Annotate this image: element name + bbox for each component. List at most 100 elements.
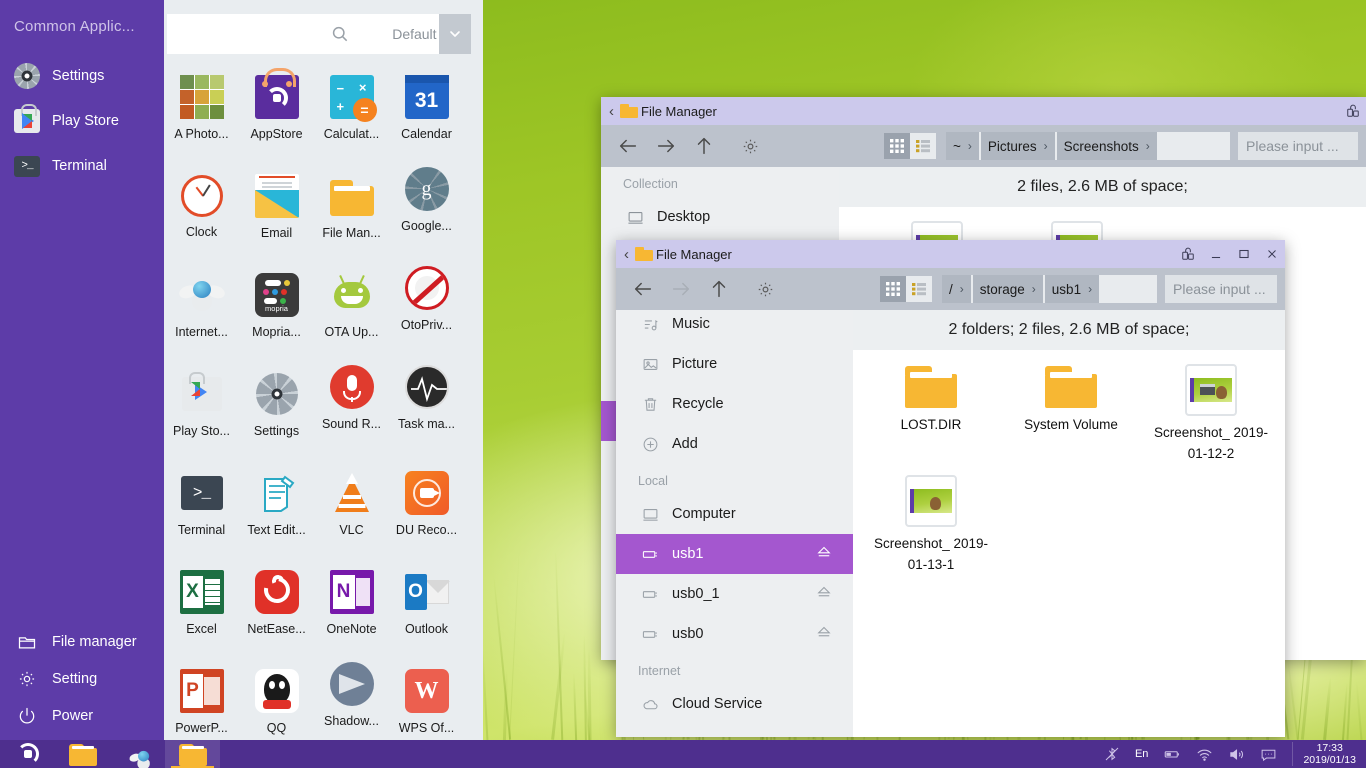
eject-icon[interactable] (815, 543, 833, 565)
maximize-icon[interactable] (1237, 247, 1251, 261)
window-sidebar[interactable]: Music Picture Recycle Add Local Computer… (616, 310, 853, 737)
sidebar-item-usb0-1[interactable]: usb0_1 (616, 574, 853, 614)
app-item-clock[interactable]: Clock (164, 167, 239, 266)
filter-label[interactable]: Default (390, 14, 439, 54)
notifications-icon[interactable] (1260, 746, 1277, 763)
app-item-otoprivacy[interactable]: OtoPriv... (389, 266, 464, 365)
gear-outline-icon[interactable] (731, 137, 769, 156)
app-item-ota-update[interactable]: OTA Up... (314, 266, 389, 365)
breadcrumb-item[interactable]: storage › (973, 275, 1043, 303)
app-item-terminal[interactable]: >_ Terminal (164, 464, 239, 563)
app-item-email[interactable]: Email (239, 167, 314, 266)
gear-icon (12, 61, 42, 91)
wifi-icon[interactable] (1196, 746, 1213, 763)
app-item-mopria[interactable]: mopria Mopria... (239, 266, 314, 365)
sidebar-item-play-store[interactable]: Play Store (0, 101, 164, 141)
sidebar-item-add[interactable]: Add (616, 424, 853, 464)
chevron-left-icon[interactable]: ‹ (609, 103, 614, 120)
chevron-left-icon[interactable]: ‹ (624, 246, 629, 263)
sidebar-item-network-places[interactable]: Network Places (616, 724, 853, 737)
input-method-icon[interactable]: En (1135, 748, 1148, 760)
list-view-icon[interactable] (910, 133, 936, 159)
window-titlebar[interactable]: ‹ File Manager (616, 240, 1285, 268)
sidebar-item-usb0[interactable]: usb0 (616, 614, 853, 654)
window-titlebar[interactable]: ‹ File Manager (601, 97, 1366, 125)
app-item-excel[interactable]: X Excel (164, 563, 239, 662)
taskbar-item-browser[interactable] (110, 740, 165, 768)
sidebar-item-settings[interactable]: Settings (0, 56, 164, 96)
sidebar-item-cloud-service[interactable]: Cloud Service (616, 684, 853, 724)
search-input[interactable]: Please input ... (1238, 132, 1358, 160)
breadcrumb-item[interactable]: / › (942, 275, 971, 303)
bluetooth-off-icon[interactable] (1104, 746, 1120, 762)
file-manager-window-front[interactable]: ‹ File Manager / › storage › usb1 › Plea… (616, 240, 1285, 737)
sidebar-item-power[interactable]: Power (0, 696, 164, 736)
sidebar-item-label: Network Places (672, 736, 773, 737)
taskbar: En 17:33 2019/01/13 (0, 740, 1366, 768)
close-icon[interactable] (1265, 247, 1279, 261)
grid-view-icon[interactable] (884, 133, 910, 159)
split-screen-icon[interactable] (1346, 104, 1360, 118)
arrow-right-icon[interactable] (662, 278, 700, 300)
sidebar-item-setting[interactable]: Setting (0, 659, 164, 699)
app-item-calculator[interactable]: − × + = Calculat... (314, 68, 389, 167)
network-icon (642, 736, 664, 738)
search-input[interactable]: Please input ... (1165, 275, 1277, 303)
arrow-right-icon[interactable] (647, 135, 685, 157)
app-item-vlc[interactable]: VLC (314, 464, 389, 563)
app-item-task-manager[interactable]: Task ma... (389, 365, 464, 464)
breadcrumb-item[interactable]: ~ › (946, 132, 979, 160)
grid-view-icon[interactable] (880, 276, 906, 302)
app-item-appstore[interactable]: AppStore (239, 68, 314, 167)
battery-icon[interactable] (1163, 745, 1181, 763)
breadcrumb-item[interactable]: usb1 › (1045, 275, 1099, 303)
app-item-sound-recorder[interactable]: Sound R... (314, 365, 389, 464)
breadcrumb-item[interactable]: Screenshots › (1057, 132, 1157, 160)
sidebar-item-usb1[interactable]: usb1 (616, 534, 853, 574)
taskbar-clock[interactable]: 17:33 2019/01/13 (1292, 742, 1356, 766)
app-item-settings[interactable]: Settings (239, 365, 314, 464)
app-item-du-recorder[interactable]: DU Reco... (389, 464, 464, 563)
cloud-icon (642, 696, 664, 713)
arrow-up-icon[interactable] (685, 135, 723, 157)
sidebar-item-music[interactable]: Music (616, 310, 853, 344)
arrow-left-icon[interactable] (609, 135, 647, 157)
eject-icon[interactable] (815, 623, 833, 645)
sidebar-item-label: Picture (672, 356, 717, 372)
file-item-folder[interactable]: System Volume (1001, 364, 1141, 465)
app-item-google-settings[interactable]: g Google... (389, 167, 464, 266)
search-input[interactable] (167, 14, 390, 54)
taskbar-item-file-manager-1[interactable] (55, 740, 110, 768)
sidebar-item-terminal[interactable]: >_ Terminal (0, 146, 164, 186)
app-item-play-store[interactable]: Play Sto... (164, 365, 239, 464)
minimize-icon[interactable] (1209, 247, 1223, 261)
app-item-text-editor[interactable]: Text Edit... (239, 464, 314, 563)
powerpoint-icon: P (180, 669, 224, 713)
app-item-outlook[interactable]: O Outlook (389, 563, 464, 662)
sidebar-item-recycle[interactable]: Recycle (616, 384, 853, 424)
eject-icon[interactable] (815, 583, 833, 605)
sidebar-item-computer[interactable]: Computer (616, 494, 853, 534)
arrow-up-icon[interactable] (700, 278, 738, 300)
file-item-image[interactable]: Screenshot_ 2019-01-13-1 (861, 475, 1001, 576)
breadcrumb-item[interactable]: Pictures › (981, 132, 1055, 160)
sidebar-item-picture[interactable]: Picture (616, 344, 853, 384)
sidebar-item-file-manager[interactable]: File manager (0, 622, 164, 662)
launcher-button[interactable] (0, 740, 55, 768)
list-view-icon[interactable] (906, 276, 932, 302)
volume-icon[interactable] (1228, 746, 1245, 763)
app-item-onenote[interactable]: N OneNote (314, 563, 389, 662)
app-item-calendar[interactable]: 31 Calendar (389, 68, 464, 167)
gear-outline-icon[interactable] (746, 280, 784, 299)
app-item-netease-music[interactable]: NetEase... (239, 563, 314, 662)
split-screen-icon[interactable] (1181, 247, 1195, 261)
app-item-file-manager[interactable]: File Man... (314, 167, 389, 266)
chevron-down-icon[interactable] (439, 14, 471, 54)
sidebar-item-desktop[interactable]: Desktop (601, 197, 839, 237)
arrow-left-icon[interactable] (624, 278, 662, 300)
app-item-internet[interactable]: Internet... (164, 266, 239, 365)
taskbar-item-file-manager-2[interactable] (165, 740, 220, 768)
file-item-folder[interactable]: LOST.DIR (861, 364, 1001, 465)
file-item-image[interactable]: Screenshot_ 2019-01-12-2 (1141, 364, 1281, 465)
app-item-a-photo[interactable]: A Photo... (164, 68, 239, 167)
